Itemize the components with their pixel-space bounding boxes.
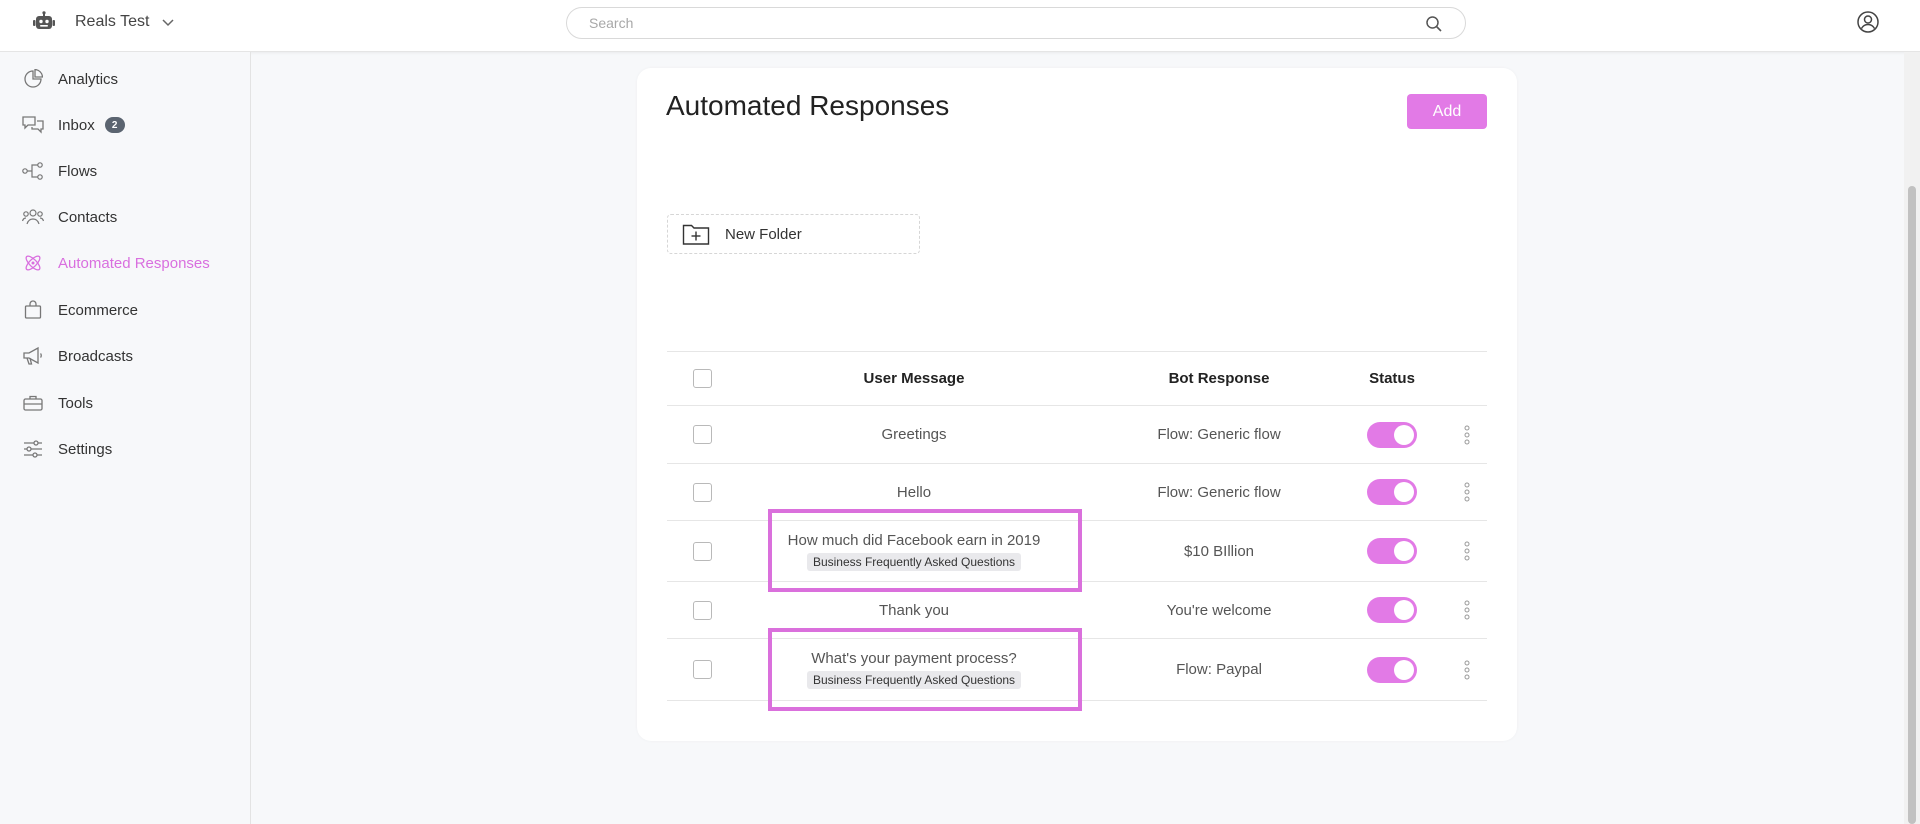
sidebar-item-label: Tools [58, 394, 94, 412]
user-message: Thank you [878, 601, 950, 619]
status-toggle[interactable] [1367, 421, 1417, 448]
sidebar-item-label: Flows [58, 162, 98, 180]
folder-tag: Business Frequently Asked Questions [806, 552, 1022, 571]
row-checkbox[interactable] [692, 600, 712, 620]
bot-response: Flow: Paypal [1176, 661, 1262, 678]
top-bar: Reals Test [0, 0, 1920, 52]
folder-plus-icon [682, 222, 710, 246]
table-row[interactable]: How much did Facebook earn in 2019 Busin… [667, 521, 1487, 582]
scrollbar-thumb[interactable] [1908, 186, 1916, 824]
sidebar-item-settings[interactable]: Settings [22, 437, 112, 461]
unread-count-badge: 2 [104, 117, 125, 133]
status-toggle[interactable] [1367, 656, 1417, 683]
search-input[interactable] [589, 8, 1409, 38]
user-message: Greetings [881, 426, 947, 443]
add-button[interactable]: Add [1407, 94, 1487, 129]
workspace-switcher[interactable]: Reals Test [32, 10, 177, 34]
table-row[interactable]: What's your payment process? Business Fr… [667, 639, 1487, 701]
bot-response: Flow: Generic flow [1157, 426, 1281, 443]
more-options-icon[interactable] [1461, 424, 1473, 446]
more-options-icon[interactable] [1461, 659, 1473, 681]
user-message: What's your payment process? [811, 650, 1017, 667]
sidebar-item-label: Ecommerce [58, 301, 139, 319]
new-folder-label: New Folder [725, 225, 802, 243]
shopping-bag-icon [22, 299, 44, 321]
user-message: Hello [896, 483, 932, 501]
users-icon [22, 206, 44, 228]
sidebar: Analytics Inbox 2 Flows Contacts Automat… [0, 52, 251, 824]
workspace-name: Reals Test [75, 13, 150, 30]
column-header-status[interactable]: Status [1369, 370, 1415, 387]
user-account-icon[interactable] [1856, 10, 1880, 34]
flow-nodes-icon [22, 160, 44, 182]
sidebar-item-inbox[interactable]: Inbox 2 [22, 113, 125, 137]
status-toggle[interactable] [1367, 479, 1417, 505]
sidebar-item-automated-responses[interactable]: Automated Responses [22, 251, 210, 275]
column-header-user-message[interactable]: User Message [864, 370, 965, 387]
atom-icon [22, 252, 44, 274]
sidebar-item-analytics[interactable]: Analytics [22, 67, 118, 91]
page-title: Automated Responses [666, 90, 950, 121]
user-message: How much did Facebook earn in 2019 [787, 531, 1041, 549]
table-row[interactable]: Greetings Flow: Generic flow [667, 406, 1487, 464]
chevron-down-icon [161, 14, 177, 30]
sidebar-item-label: Analytics [58, 70, 119, 88]
sidebar-item-label: Contacts [58, 208, 118, 226]
bot-icon [32, 10, 56, 34]
bot-response: You're welcome [1166, 601, 1272, 619]
more-options-icon[interactable] [1461, 540, 1473, 562]
sidebar-item-broadcasts[interactable]: Broadcasts [22, 344, 133, 368]
sidebar-item-label: Settings [58, 440, 113, 458]
column-header-bot-response[interactable]: Bot Response [1169, 370, 1270, 387]
sidebar-item-flows[interactable]: Flows [22, 159, 97, 183]
status-toggle[interactable] [1367, 538, 1417, 564]
automated-responses-card: Automated Responses Add New Folder User … [637, 68, 1517, 741]
more-options-icon[interactable] [1461, 481, 1473, 503]
row-checkbox[interactable] [692, 482, 712, 502]
search-icon[interactable] [1425, 15, 1443, 33]
bot-response: $10 BIllion [1183, 542, 1255, 560]
chart-pie-icon [22, 68, 44, 90]
row-checkbox[interactable] [692, 541, 712, 561]
more-options-icon[interactable] [1461, 599, 1473, 621]
sidebar-item-contacts[interactable]: Contacts [22, 205, 117, 229]
select-all-checkbox[interactable] [692, 369, 712, 388]
chat-bubbles-icon [22, 114, 44, 136]
table-row[interactable]: Hello Flow: Generic flow [667, 464, 1487, 521]
sidebar-item-label: Automated Responses [58, 254, 210, 272]
search-bar [566, 7, 1466, 39]
toolbox-icon [22, 392, 44, 414]
table-header-row: User Message Bot Response Status [667, 352, 1487, 406]
row-checkbox[interactable] [692, 425, 712, 444]
bot-response: Flow: Generic flow [1157, 483, 1281, 501]
sidebar-item-tools[interactable]: Tools [22, 391, 93, 415]
sliders-icon [22, 438, 44, 460]
folder-tag: Business Frequently Asked Questions [806, 671, 1022, 689]
table-row[interactable]: Thank you You're welcome [667, 582, 1487, 639]
sidebar-item-label: Inbox [58, 116, 95, 134]
status-toggle[interactable] [1367, 597, 1417, 623]
sidebar-item-label: Broadcasts [58, 347, 134, 365]
sidebar-item-ecommerce[interactable]: Ecommerce [22, 298, 138, 322]
responses-table: User Message Bot Response Status Greetin… [667, 351, 1487, 701]
row-checkbox[interactable] [692, 660, 712, 679]
new-folder-button[interactable]: New Folder [667, 214, 920, 254]
megaphone-icon [22, 345, 44, 367]
